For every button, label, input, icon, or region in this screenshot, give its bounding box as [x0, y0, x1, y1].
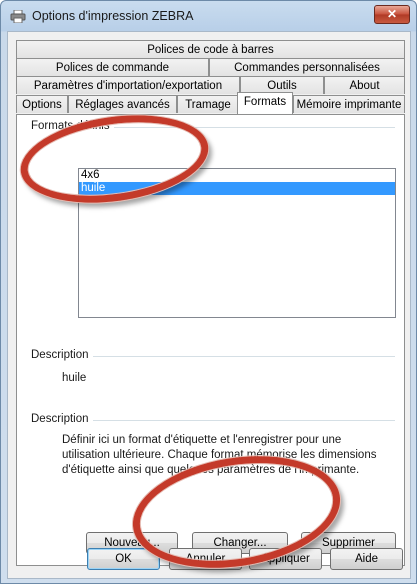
- formats-panel: Formats définis 4x6 huile Description hu…: [16, 114, 405, 566]
- list-item[interactable]: 4x6: [79, 169, 395, 182]
- window-title: Options d'impression ZEBRA: [32, 9, 194, 23]
- tab-polices-commande[interactable]: Polices de commande: [16, 58, 209, 76]
- description-label: Description: [31, 349, 93, 361]
- format-name-value: huile: [62, 372, 87, 384]
- help-button[interactable]: Aide: [330, 548, 403, 570]
- description-label: Description: [31, 413, 93, 425]
- tab-memoire-imprimante[interactable]: Mémoire imprimante: [293, 95, 405, 113]
- formats-listbox[interactable]: 4x6 huile: [78, 168, 396, 318]
- description-text: Définir ici un format d'étiquette et l'e…: [62, 434, 377, 476]
- tab-polices-code-barres[interactable]: Polices de code à barres: [16, 40, 405, 58]
- tab-commandes-personnalisees[interactable]: Commandes personnalisées: [209, 58, 405, 76]
- close-button[interactable]: ✕: [374, 5, 410, 24]
- formats-group-label: Formats définis: [31, 120, 114, 132]
- tab-parametres-import-export[interactable]: Paramètres d'importation/exportation: [16, 76, 240, 94]
- cancel-button[interactable]: Annuler: [169, 548, 242, 570]
- tab-about[interactable]: About: [324, 76, 405, 94]
- apply-button[interactable]: Appliquer: [249, 548, 322, 570]
- ok-button[interactable]: OK: [87, 548, 160, 570]
- printer-icon: [10, 10, 26, 23]
- tab-reglages-avances[interactable]: Réglages avancés: [68, 95, 177, 113]
- list-item-selected[interactable]: huile: [79, 182, 395, 195]
- tab-formats[interactable]: Formats: [237, 92, 293, 114]
- tab-tramage[interactable]: Tramage: [177, 95, 239, 113]
- dialog-window: Options d'impression ZEBRA ✕ Polices de …: [0, 0, 417, 584]
- tab-options[interactable]: Options: [16, 95, 68, 113]
- dialog-client-area: Polices de code à barres Polices de comm…: [7, 31, 411, 579]
- title-bar: Options d'impression ZEBRA ✕: [1, 1, 416, 31]
